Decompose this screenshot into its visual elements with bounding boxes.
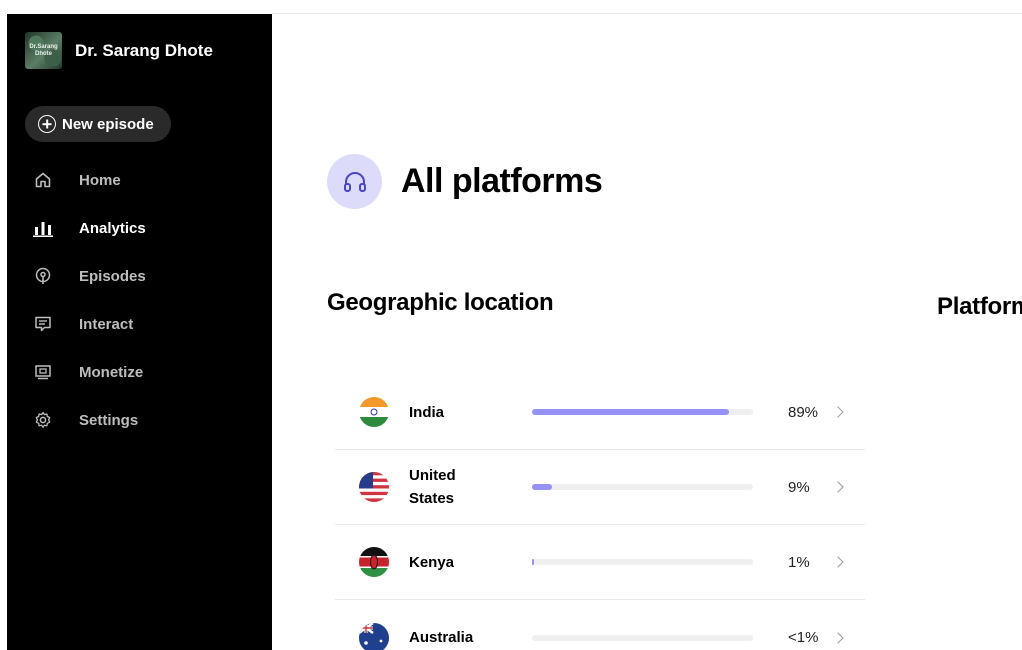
- message-icon: [33, 314, 53, 334]
- share-percent: 89%: [788, 403, 819, 421]
- us-flag-icon: [359, 472, 389, 502]
- home-icon: [33, 170, 53, 190]
- show-name: Dr. Sarang Dhote: [75, 40, 213, 60]
- share-percent: 9%: [788, 478, 810, 496]
- sidebar-item-home[interactable]: Home: [7, 156, 272, 204]
- podcast-icon: [33, 266, 53, 286]
- country-name: United States: [409, 467, 456, 507]
- plus-circle-icon: [38, 115, 56, 133]
- share-bar: [532, 559, 753, 565]
- sidebar-item-episodes[interactable]: Episodes: [7, 252, 272, 300]
- share-bar-fill: [532, 409, 729, 415]
- chevron-right-icon: [832, 556, 844, 568]
- sidebar-item-label: Episodes: [79, 267, 146, 285]
- country-name: India: [409, 403, 445, 421]
- kenya-flag-icon: [359, 547, 389, 577]
- chevron-right-icon: [832, 481, 844, 493]
- sidebar-item-label: Home: [79, 171, 121, 189]
- sidebar-nav: Home Analytics Episodes Interact Monetiz…: [7, 156, 272, 444]
- share-bar: [532, 409, 753, 415]
- geo-row-kenya[interactable]: Kenya 1%: [335, 525, 865, 600]
- sidebar-item-label: Interact: [79, 315, 134, 333]
- sidebar-item-analytics[interactable]: Analytics: [7, 204, 272, 252]
- page-title: All platforms: [401, 162, 603, 200]
- geo-row-australia[interactable]: Australia <1%: [335, 600, 865, 650]
- share-bar: [532, 484, 753, 490]
- chevron-right-icon: [832, 406, 844, 418]
- share-bar-fill: [532, 559, 534, 565]
- platforms-title: Platforms: [937, 293, 1022, 320]
- geo-row-india[interactable]: India 89%: [335, 375, 865, 450]
- chevron-right-icon: [832, 631, 844, 644]
- country-name: Kenya: [409, 553, 455, 571]
- show-header[interactable]: Dr.Sarang Dhote Dr. Sarang Dhote: [25, 32, 213, 69]
- share-percent: <1%: [788, 629, 819, 646]
- new-episode-button[interactable]: New episode: [25, 106, 171, 142]
- share-bar: [532, 634, 753, 641]
- share-bar-fill: [532, 484, 552, 490]
- india-flag-icon: [359, 397, 389, 427]
- sidebar-item-interact[interactable]: Interact: [7, 300, 272, 348]
- geo-list: India 89% United States 9% Kenya 1% Aust…: [335, 375, 865, 650]
- australia-flag-icon: [359, 622, 389, 650]
- sidebar-item-settings[interactable]: Settings: [7, 396, 272, 444]
- sidebar-item-label: Monetize: [79, 363, 144, 381]
- new-episode-label: New episode: [62, 115, 154, 133]
- window-edge: [0, 0, 7, 650]
- gear-icon: [33, 410, 53, 430]
- page-header: All platforms: [327, 154, 603, 209]
- sidebar-item-monetize[interactable]: Monetize: [7, 348, 272, 396]
- country-name: Australia: [409, 629, 474, 646]
- monetize-icon: [33, 362, 53, 382]
- headphones-icon: [327, 154, 382, 209]
- sidebar: Dr.Sarang Dhote Dr. Sarang Dhote New epi…: [7, 14, 272, 650]
- share-percent: 1%: [788, 553, 810, 571]
- sidebar-item-label: Analytics: [79, 219, 146, 237]
- show-artwork-text: Dr.Sarang Dhote: [29, 43, 58, 57]
- sidebar-item-label: Settings: [79, 411, 139, 429]
- bar-chart-icon: [33, 218, 53, 238]
- geo-row-united-states[interactable]: United States 9%: [335, 450, 865, 525]
- show-artwork: Dr.Sarang Dhote: [25, 32, 62, 69]
- geographic-location-title: Geographic location: [327, 289, 554, 316]
- main-content: All platforms Geographic location Platfo…: [272, 14, 1022, 650]
